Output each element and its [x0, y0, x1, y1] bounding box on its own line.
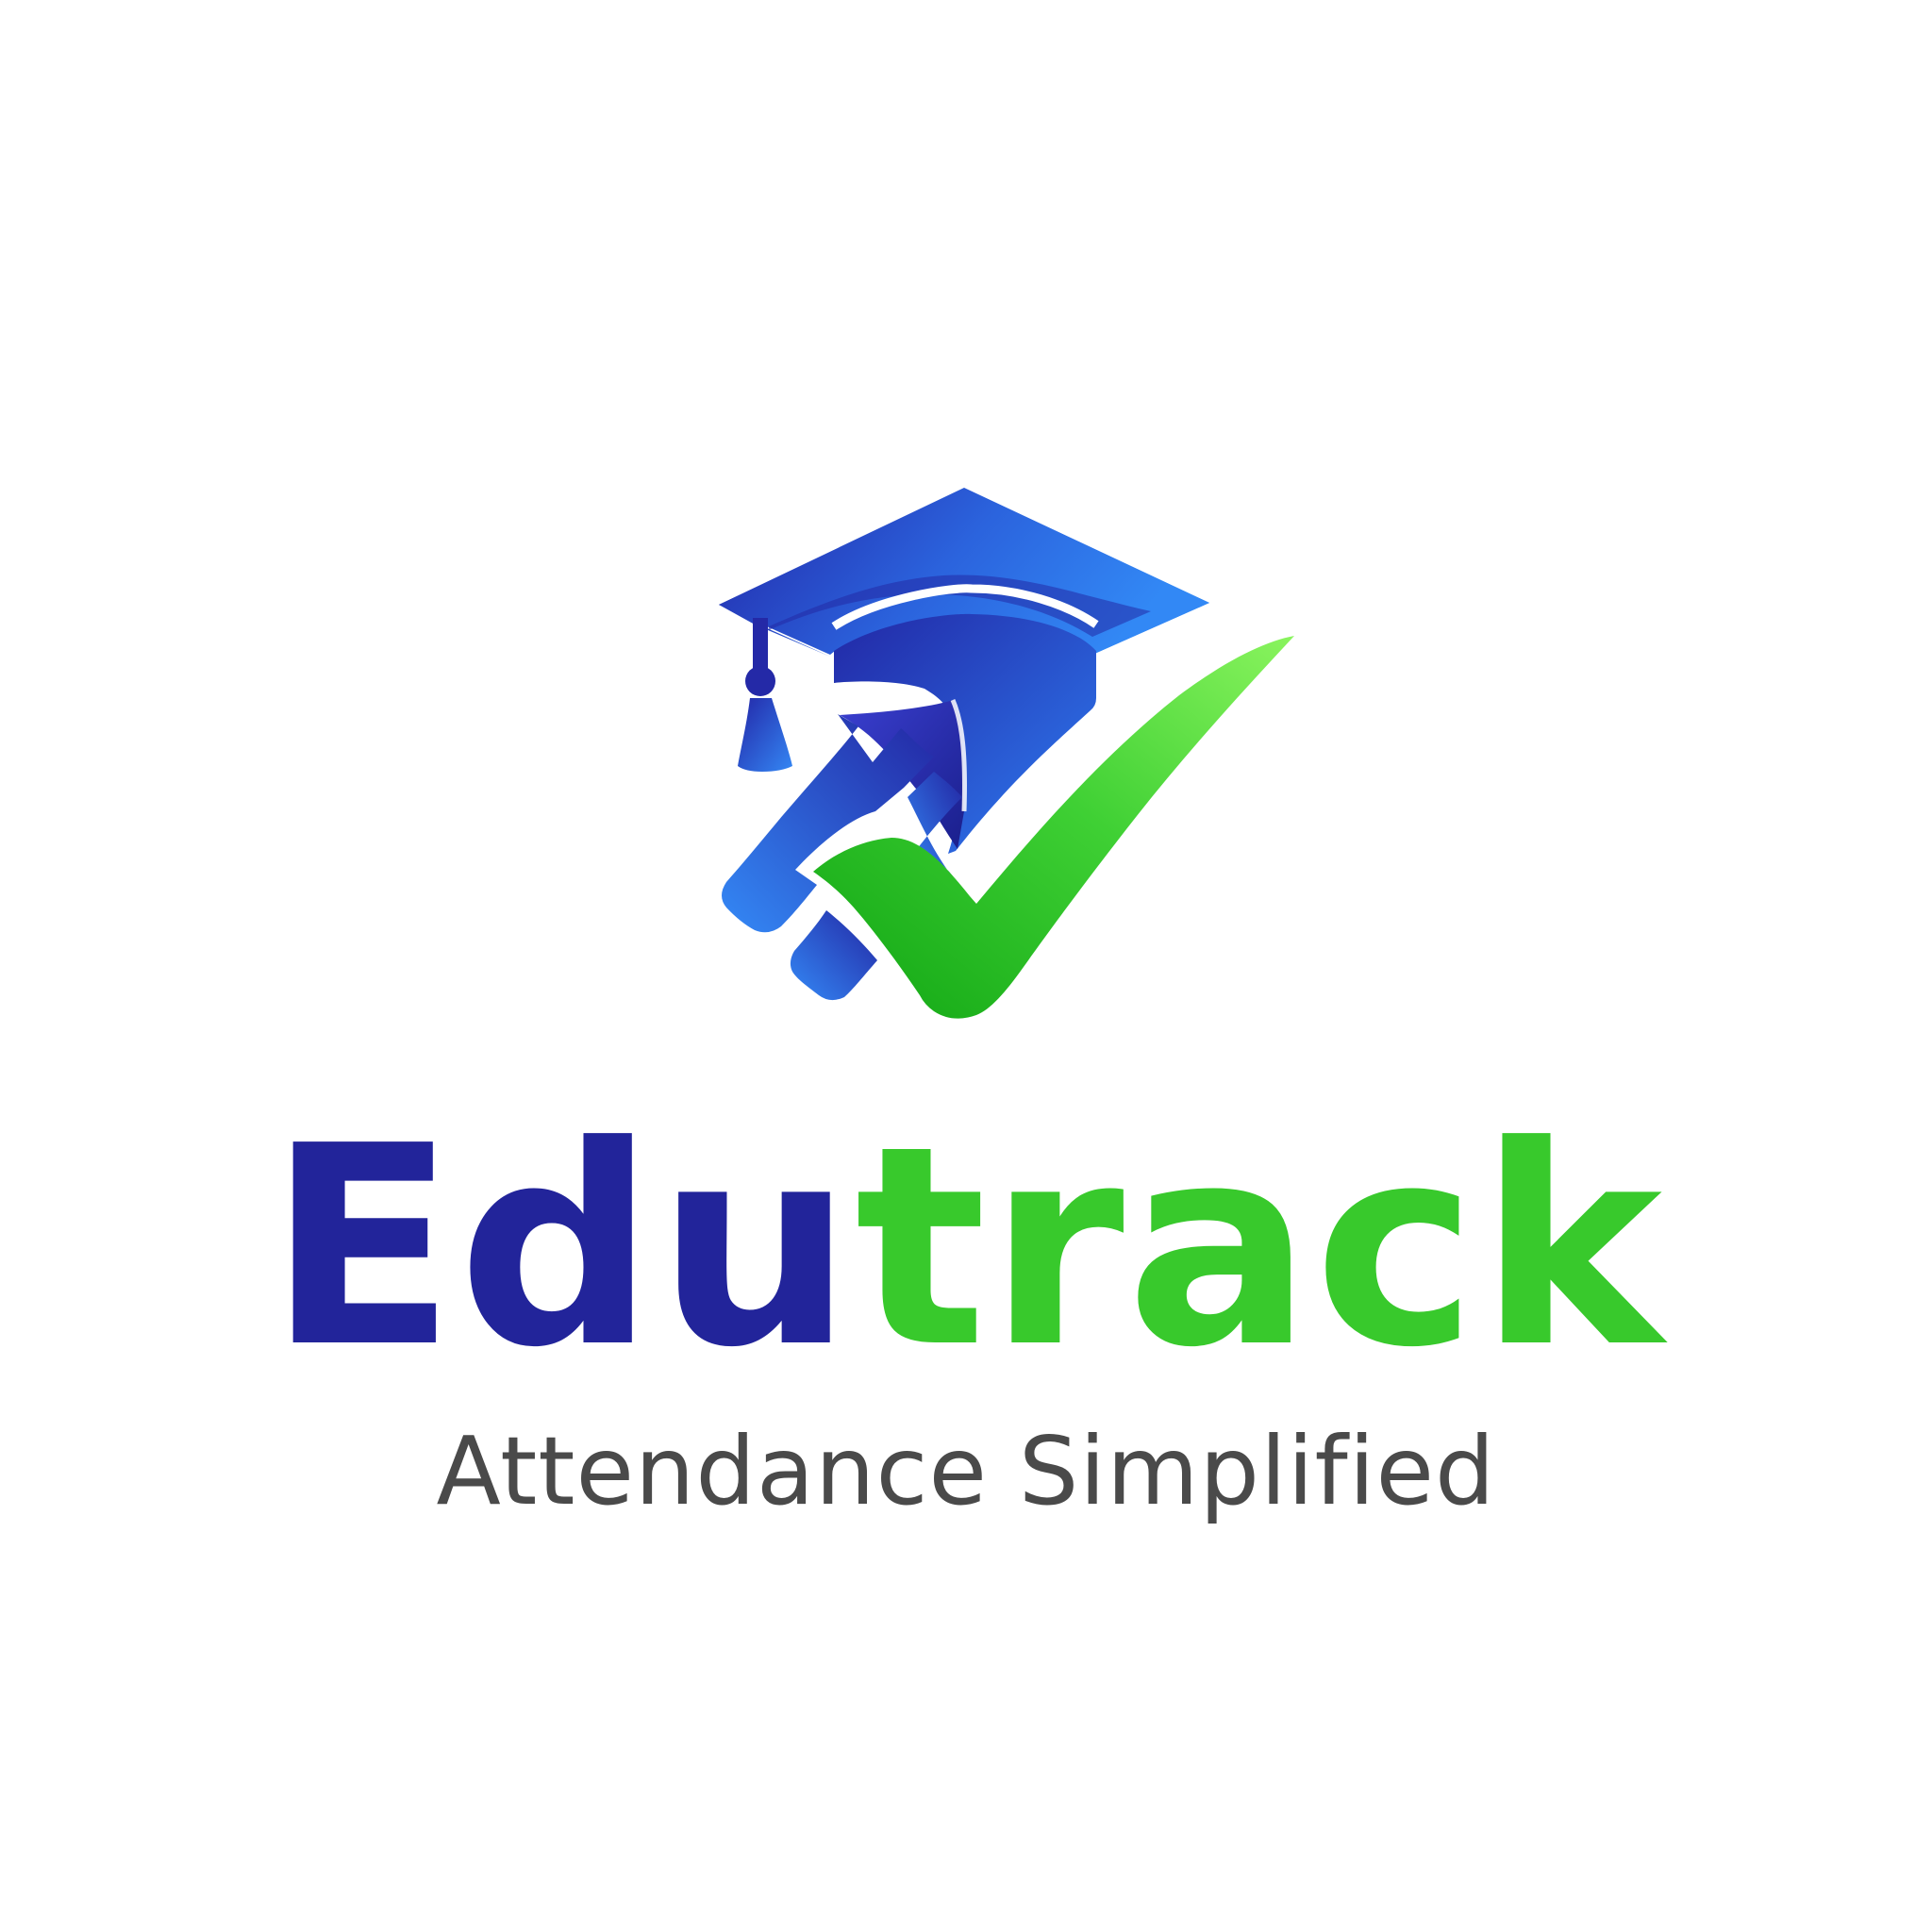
brand-name-part-2: track: [855, 1087, 1665, 1407]
logo-mark: [719, 488, 1294, 1019]
brand-name-part-1: Edu: [267, 1087, 856, 1407]
brand-wordmark: Edutrack: [0, 1109, 1932, 1385]
brand-tagline: Attendance Simplified: [436, 1416, 1496, 1526]
